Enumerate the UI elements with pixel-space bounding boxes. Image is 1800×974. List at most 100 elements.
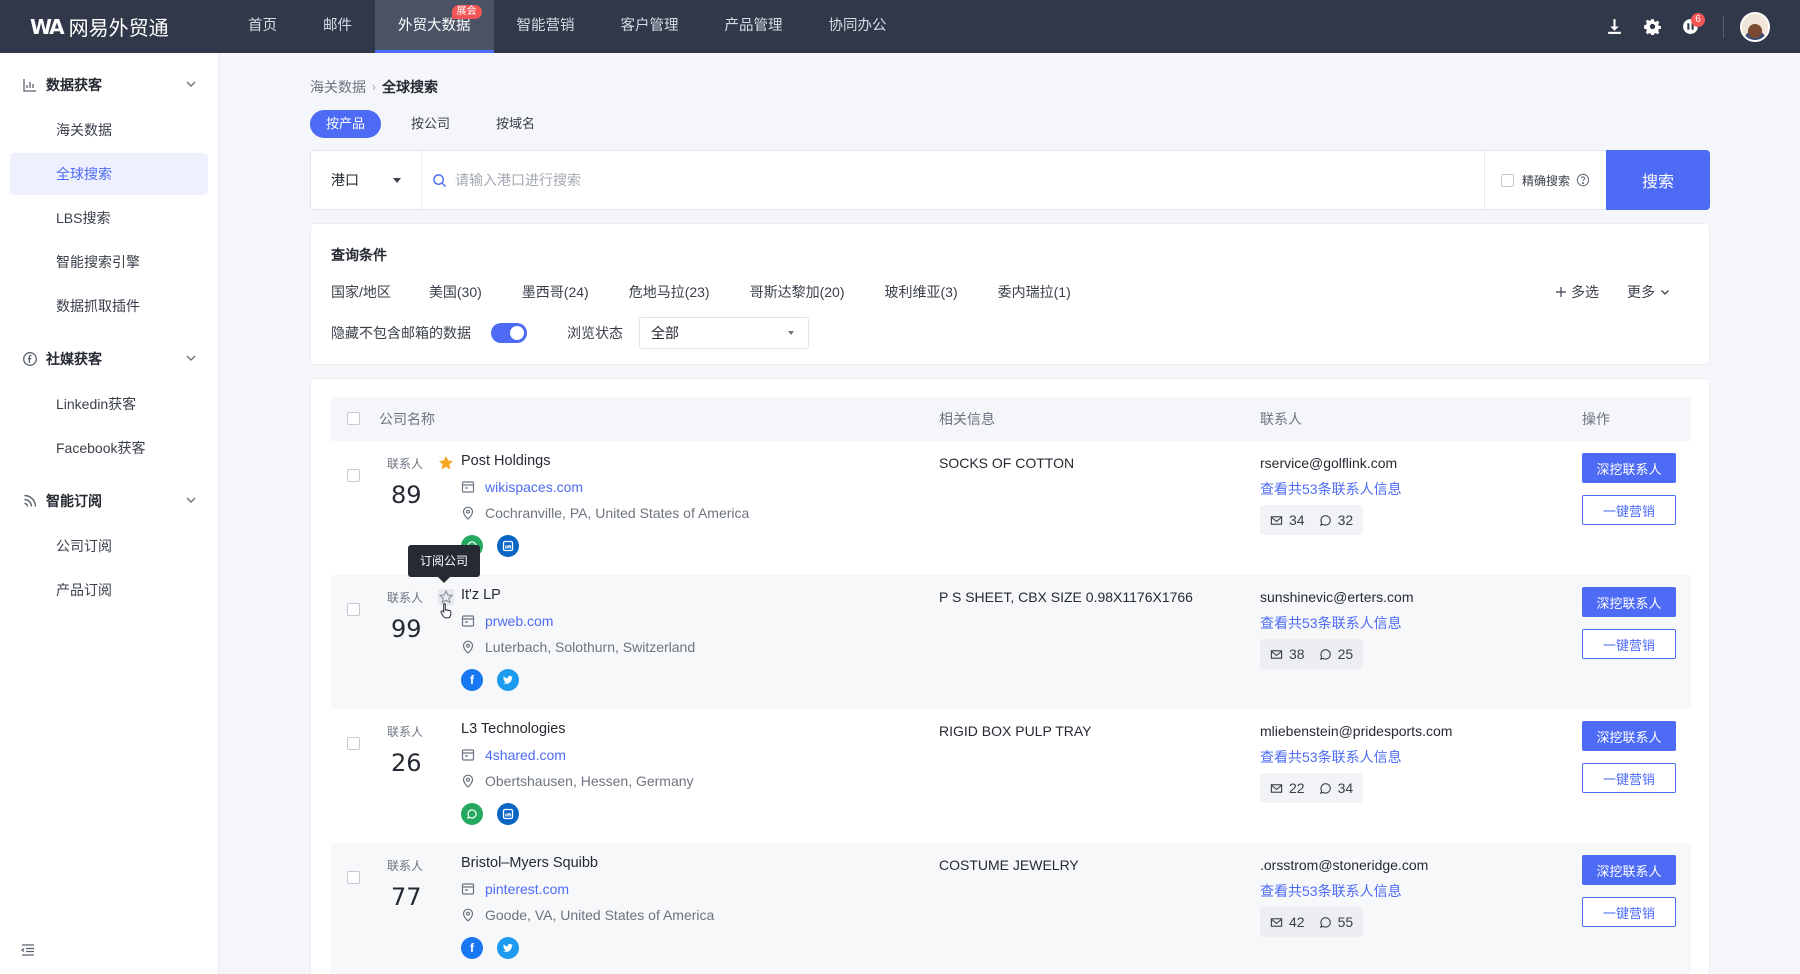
twitter-icon[interactable] [497,937,519,959]
contact-count: 99 [391,615,422,643]
social-icon [23,352,37,366]
row-checkbox[interactable] [347,603,360,616]
select-all-checkbox[interactable] [347,412,360,425]
search-bar: 港口 精确搜索 搜索 [310,150,1710,210]
sidebar-item-company-sub[interactable]: 公司订阅 [10,525,208,567]
facebook-icon[interactable]: f [461,669,483,691]
dig-contacts-button[interactable]: 深挖联系人 [1582,453,1676,483]
contact-label: 联系人 [387,591,424,605]
sidebar-item-linkedin[interactable]: Linkedin获客 [10,383,208,425]
search-button[interactable]: 搜索 [1606,150,1710,210]
nav-item-office[interactable]: 协同办公 [806,0,910,53]
dig-contacts-button[interactable]: 深挖联系人 [1582,587,1676,617]
nav-item-home[interactable]: 首页 [225,0,300,53]
country-option-costa-rica[interactable]: 哥斯达黎加(20) [750,282,845,302]
nav-item-marketing[interactable]: 智能营销 [494,0,598,53]
sidebar-item-global-search[interactable]: 全球搜索 [10,153,208,195]
one-click-marketing-button[interactable]: 一键营销 [1582,897,1676,927]
row-checkbox[interactable] [347,469,360,482]
tab-by-product[interactable]: 按产品 [310,110,382,138]
sidebar-item-smart-search[interactable]: 智能搜索引擎 [10,241,208,283]
one-click-marketing-button[interactable]: 一键营销 [1582,763,1676,793]
company-website[interactable]: prweb.com [461,613,553,629]
country-option-bolivia[interactable]: 玻利维亚(3) [885,282,958,302]
tab-by-domain[interactable]: 按域名 [480,110,551,138]
contact-email: mliebenstein@pridesports.com [1260,723,1453,739]
breadcrumb-parent[interactable]: 海关数据 [310,77,366,97]
nav-item-label: 客户管理 [620,18,679,34]
sidebar-group-social[interactable]: 社媒获客 [0,337,218,381]
collapse-menu-icon[interactable] [20,942,36,958]
linkedin-icon[interactable] [497,803,519,825]
browse-status-select[interactable]: 全部 [639,317,809,349]
country-option-venezuela[interactable]: 委内瑞拉(1) [998,282,1071,302]
search-input-wrap [432,172,1484,188]
download-icon[interactable] [1595,8,1633,46]
notification-count-badge: 6 [1691,12,1705,27]
mail-count: 38 [1270,646,1305,662]
location-pin-icon [462,640,474,654]
top-actions: 6 [1595,0,1770,53]
dig-contacts-button[interactable]: 深挖联系人 [1582,721,1676,751]
bar-chart-icon [23,79,36,92]
nav-item-customers[interactable]: 客户管理 [598,0,702,53]
location-pin-icon [462,506,474,520]
gear-icon[interactable] [1633,8,1671,46]
country-option-guatemala[interactable]: 危地马拉(23) [629,282,710,302]
chevron-down-icon [1661,290,1669,295]
address-text: Luterbach, Solothurn, Switzerland [485,639,696,655]
view-contacts-link[interactable]: 查看共53条联系人信息 [1260,881,1402,901]
whatsapp-icon[interactable] [461,803,483,825]
more-button[interactable]: 更多 [1627,282,1671,302]
search-scope-select[interactable]: 港口 [311,151,411,209]
nav-item-trade-data[interactable]: 外贸大数据 展会 [375,0,494,53]
company-website[interactable]: 4shared.com [461,747,566,763]
nav-item-products[interactable]: 产品管理 [702,0,806,53]
view-contacts-link[interactable]: 查看共53条联系人信息 [1260,613,1402,633]
app-logo[interactable]: WA 网易外贸通 [30,12,225,41]
filter-title: 查询条件 [331,247,387,263]
company-website[interactable]: wikispaces.com [461,479,583,495]
search-input[interactable] [455,172,1445,188]
exact-search-checkbox[interactable] [1500,173,1514,187]
nav-item-mail[interactable]: 邮件 [300,0,375,53]
one-click-marketing-button[interactable]: 一键营销 [1582,629,1676,659]
view-contacts-link[interactable]: 查看共53条联系人信息 [1260,479,1402,499]
twitter-icon[interactable] [497,669,519,691]
sidebar-item-scraper-plugin[interactable]: 数据抓取插件 [10,285,208,327]
sidebar-group-data-acquisition[interactable]: 数据获客 [0,63,218,107]
dig-contacts-button[interactable]: 深挖联系人 [1582,855,1676,885]
company-name[interactable]: Bristol–Myers Squibb [461,855,598,871]
contact-counts: 38 25 [1260,639,1364,669]
company-website[interactable]: pinterest.com [461,881,569,897]
star-filled-icon[interactable] [438,455,454,471]
sidebar-item-product-sub[interactable]: 产品订阅 [10,569,208,611]
view-contacts-link[interactable]: 查看共53条联系人信息 [1260,747,1402,767]
nav-item-label: 产品管理 [724,18,783,34]
facebook-icon[interactable]: f [461,937,483,959]
exact-search-label: 精确搜索 [1521,173,1570,188]
sidebar-group-subscription[interactable]: 智能订阅 [0,479,218,523]
row-checkbox[interactable] [347,871,360,884]
company-name[interactable]: It'z LP [461,587,501,603]
company-address: Obertshausen, Hessen, Germany [461,773,694,789]
country-option-mexico[interactable]: 墨西哥(24) [522,282,589,302]
tab-by-company[interactable]: 按公司 [395,110,466,138]
one-click-marketing-button[interactable]: 一键营销 [1582,495,1676,525]
sidebar-item-customs-data[interactable]: 海关数据 [10,109,208,151]
filter-actions: 多选 更多 [1527,282,1671,302]
multi-select-button[interactable]: 多选 [1555,282,1599,302]
whatsapp-outline-icon [1319,916,1331,928]
help-icon[interactable] [1576,173,1590,187]
sidebar-item-lbs-search[interactable]: LBS搜索 [10,197,208,239]
company-name[interactable]: L3 Technologies [461,721,566,737]
rss-icon [24,494,37,507]
notification-icon[interactable]: 6 [1671,8,1709,46]
company-name[interactable]: Post Holdings [461,453,550,469]
sidebar-item-facebook[interactable]: Facebook获客 [10,427,208,469]
country-option-usa[interactable]: 美国(30) [429,282,482,302]
user-avatar[interactable] [1740,11,1770,42]
row-checkbox[interactable] [347,737,360,750]
hide-no-email-toggle[interactable] [491,323,527,343]
linkedin-icon[interactable] [497,535,519,557]
